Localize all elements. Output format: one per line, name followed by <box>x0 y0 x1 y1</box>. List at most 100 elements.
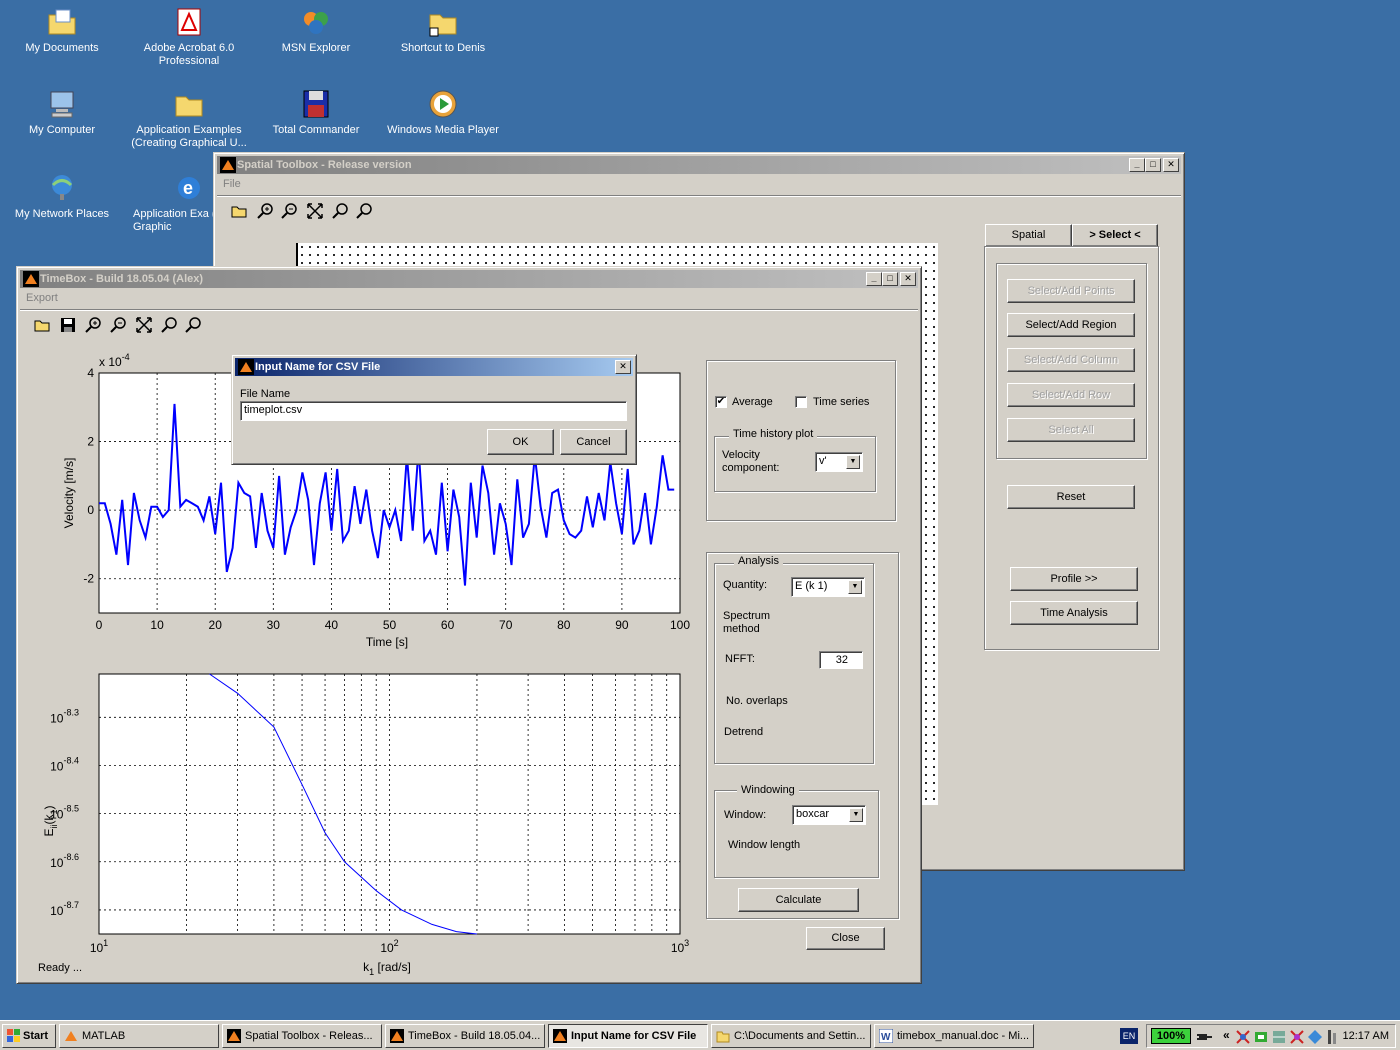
task-label: MATLAB <box>82 1030 126 1042</box>
reset-button[interactable]: Reset <box>1007 485 1135 509</box>
start-button[interactable]: Start <box>2 1024 56 1048</box>
tray-app-icon[interactable] <box>1235 1029 1251 1045</box>
x-axis-label: Time [s] <box>366 635 408 649</box>
tray-app-icon[interactable] <box>1289 1029 1305 1045</box>
desktop-icon-msn[interactable]: MSN Explorer <box>256 6 376 55</box>
desktop-icon-total-commander[interactable]: Total Commander <box>256 88 376 137</box>
x-tick-label: 103 <box>671 938 689 955</box>
language-indicator[interactable]: EN <box>1120 1028 1138 1044</box>
desktop-icon-acrobat[interactable]: Adobe Acrobat 6.0 Professional <box>129 6 249 68</box>
minimize-button[interactable]: _ <box>1129 158 1145 172</box>
save-icon[interactable] <box>59 316 77 334</box>
time-analysis-button[interactable]: Time Analysis <box>1010 601 1138 625</box>
y-tick-label: 10-8.7 <box>50 900 79 918</box>
desktop-icon-label: MSN Explorer <box>281 42 351 54</box>
dialog-titlebar[interactable]: Input Name for CSV File ✕ <box>235 358 633 376</box>
battery-indicator[interactable]: 100% <box>1151 1028 1191 1044</box>
average-checkbox[interactable]: ✔ <box>715 396 727 408</box>
task-word[interactable]: W timebox_manual.doc - Mi... <box>874 1024 1034 1048</box>
spectrum-plot[interactable]: 101 102 10310-8.310-8.410-8.510-8.610-8.7 … <box>42 673 689 977</box>
chevron-down-icon[interactable]: ▼ <box>846 455 860 469</box>
task-label: Input Name for CSV File <box>571 1030 697 1042</box>
task-label: C:\Documents and Settin... <box>734 1030 866 1042</box>
desktop-icon-label: Application Exa (Creating Graphic <box>133 208 219 233</box>
floppy-icon <box>303 90 329 118</box>
show-hidden-icons-icon[interactable]: « <box>1223 1028 1230 1042</box>
menu-export[interactable]: Export <box>26 292 58 304</box>
nfft-input[interactable]: 32 <box>819 651 863 669</box>
zoom-fit-icon[interactable] <box>135 316 153 334</box>
calculate-button[interactable]: Calculate <box>738 888 859 912</box>
select-add-region-button[interactable]: Select/Add Region <box>1007 313 1135 337</box>
cancel-button[interactable]: Cancel <box>560 429 627 455</box>
desktop-icon-my-computer[interactable]: My Computer <box>2 88 122 137</box>
quantity-select[interactable]: E (k 1) ▼ <box>791 577 865 597</box>
desktop-icon-app-examples-2[interactable]: e Application Exa (Creating Graphic <box>129 172 219 234</box>
power-plug-icon[interactable] <box>1197 1029 1213 1045</box>
select-add-row-button[interactable]: Select/Add Row <box>1007 383 1135 407</box>
open-folder-icon[interactable] <box>34 316 52 334</box>
task-timebox[interactable]: TimeBox - Build 18.05.04... <box>385 1024 545 1048</box>
x-tick-label: 70 <box>499 618 513 632</box>
desktop-icon-shortcut-denis[interactable]: Shortcut to Denis <box>383 6 503 55</box>
task-explorer[interactable]: C:\Documents and Settin... <box>711 1024 871 1048</box>
task-spatial-toolbox[interactable]: Spatial Toolbox - Releas... <box>222 1024 382 1048</box>
spatial-titlebar[interactable]: Spatial Toolbox - Release version _ □ ✕ <box>217 156 1181 174</box>
ok-button[interactable]: OK <box>487 429 554 455</box>
dialog-title: Input Name for CSV File <box>255 361 381 373</box>
menu-file[interactable]: File <box>223 178 241 190</box>
zoom-in-icon[interactable] <box>257 202 275 220</box>
file-name-input[interactable]: timeplot.csv <box>240 401 627 421</box>
tab-spatial[interactable]: Spatial <box>985 224 1072 246</box>
select-all-button[interactable]: Select All <box>1007 418 1135 442</box>
y-axis-label: Velocity [m/s] <box>62 458 76 529</box>
zoom-y-icon[interactable] <box>185 316 203 334</box>
velocity-component-label: Velocity component: <box>722 449 780 474</box>
minimize-button[interactable]: _ <box>866 272 882 286</box>
window-select[interactable]: boxcar ▼ <box>792 805 866 825</box>
select-add-points-button[interactable]: Select/Add Points <box>1007 279 1135 303</box>
velocity-component-value: v' <box>819 455 827 467</box>
close-window-button[interactable]: Close <box>806 927 885 950</box>
zoom-out-icon[interactable] <box>281 202 299 220</box>
time-series-checkbox[interactable] <box>795 396 807 408</box>
svg-text:W: W <box>881 1032 891 1043</box>
tray-app-icon[interactable] <box>1271 1029 1287 1045</box>
tray-app-icon[interactable] <box>1253 1029 1269 1045</box>
tray-app-icon[interactable] <box>1307 1029 1323 1045</box>
spatial-menubar: File <box>217 175 1181 193</box>
task-input-dialog[interactable]: Input Name for CSV File <box>548 1024 708 1048</box>
close-button[interactable]: ✕ <box>1163 158 1179 172</box>
select-add-column-button[interactable]: Select/Add Column <box>1007 348 1135 372</box>
zoom-fit-icon[interactable] <box>306 202 324 220</box>
system-tray: 100% « 12:17 AM <box>1146 1024 1396 1048</box>
y-tick-label: -2 <box>83 572 94 586</box>
zoom-in-icon[interactable] <box>85 316 103 334</box>
clock[interactable]: 12:17 AM <box>1343 1030 1389 1042</box>
window-value: boxcar <box>796 808 830 820</box>
zoom-y-icon[interactable] <box>356 202 374 220</box>
timebox-titlebar[interactable]: TimeBox - Build 18.05.04 (Alex) _ □ ✕ <box>20 270 918 288</box>
velocity-component-select[interactable]: v' ▼ <box>815 452 863 472</box>
close-button[interactable]: ✕ <box>615 360 631 374</box>
desktop-icon-network-places[interactable]: My Network Places <box>2 172 122 221</box>
tray-app-icon[interactable] <box>1325 1029 1341 1045</box>
close-button[interactable]: ✕ <box>900 272 916 286</box>
tab-select[interactable]: > Select < <box>1072 224 1158 246</box>
open-folder-icon[interactable] <box>231 202 249 220</box>
zoom-x-icon[interactable] <box>332 202 350 220</box>
profile-button[interactable]: Profile >> <box>1010 567 1138 591</box>
maximize-button[interactable]: □ <box>1145 158 1161 172</box>
desktop-icon-my-documents[interactable]: My Documents <box>2 6 122 55</box>
chevron-down-icon[interactable]: ▼ <box>848 580 862 594</box>
matlab-icon <box>238 359 254 375</box>
detrend-label: Detrend <box>724 726 764 738</box>
zoom-x-icon[interactable] <box>161 316 179 334</box>
desktop-icon-app-examples[interactable]: Application Examples (Creating Graphical… <box>129 88 249 150</box>
desktop-icon-media-player[interactable]: Windows Media Player <box>383 88 503 137</box>
zoom-out-icon[interactable] <box>110 316 128 334</box>
y-tick-label: 10-8.6 <box>50 852 79 870</box>
task-matlab[interactable]: MATLAB <box>59 1024 219 1048</box>
chevron-down-icon[interactable]: ▼ <box>849 808 863 822</box>
maximize-button[interactable]: □ <box>882 272 898 286</box>
